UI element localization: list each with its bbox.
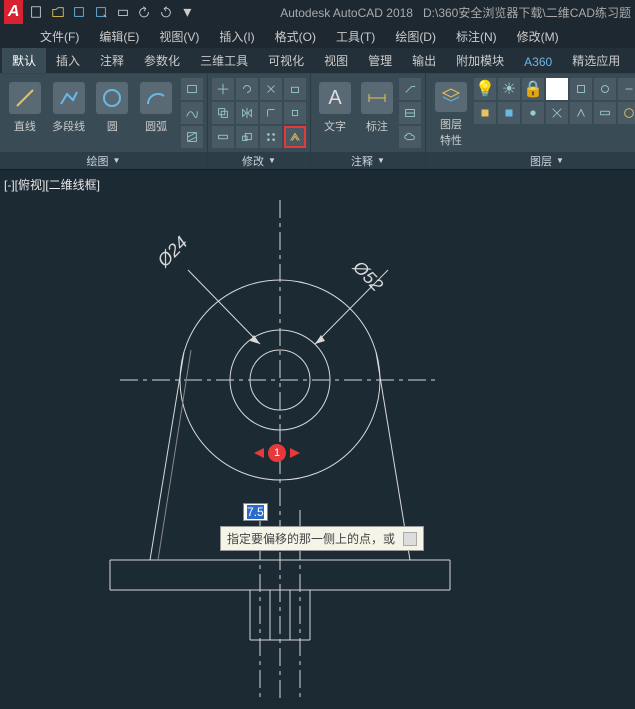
circle-button[interactable]: 圆	[92, 78, 134, 148]
tab-manage[interactable]: 管理	[358, 48, 402, 73]
tab-parametric[interactable]: 参数化	[134, 48, 190, 73]
tab-annotate[interactable]: 注释	[90, 48, 134, 73]
menu-modify[interactable]: 修改(M)	[507, 28, 569, 45]
menubar: 文件(F) 编辑(E) 视图(V) 插入(I) 格式(O) 工具(T) 绘图(D…	[0, 24, 635, 48]
arrow-right-icon	[290, 448, 300, 458]
viewport[interactable]: [-][俯视][二维线框]	[0, 170, 635, 709]
layer-tool-icon[interactable]	[618, 102, 635, 124]
layer-tool-icon[interactable]	[594, 102, 616, 124]
menu-draw[interactable]: 绘图(D)	[385, 28, 446, 45]
menu-view[interactable]: 视图(V)	[149, 28, 209, 45]
tab-view[interactable]: 视图	[314, 48, 358, 73]
qat-plot-icon[interactable]	[114, 2, 132, 22]
panel-modify-title[interactable]: 修改▼	[208, 152, 310, 169]
viewport-label[interactable]: [-][俯视][二维线框]	[4, 176, 100, 193]
fillet-icon[interactable]	[260, 102, 282, 124]
qat-redo-icon[interactable]	[157, 2, 175, 22]
layer-tool-icon[interactable]	[594, 78, 616, 100]
polyline-button[interactable]: 多段线	[48, 78, 90, 148]
layer-tool-icon[interactable]	[618, 78, 635, 100]
cloud-icon[interactable]	[399, 126, 421, 148]
cad-drawing: Ø24 Ø52	[0, 170, 635, 709]
erase-icon[interactable]	[284, 78, 306, 100]
command-tooltip: 指定要偏移的那一侧上的点，或	[220, 526, 424, 551]
layer-tool-icon[interactable]	[474, 102, 496, 124]
qat-open-icon[interactable]	[49, 2, 67, 22]
layer-props-icon	[435, 82, 467, 112]
qat-dropdown-icon[interactable]: ▾	[179, 2, 197, 22]
text-icon: A	[319, 82, 351, 114]
layer-tool-icon[interactable]	[570, 102, 592, 124]
explode-icon[interactable]	[284, 102, 306, 124]
menu-edit[interactable]: 编辑(E)	[89, 28, 149, 45]
color-icon[interactable]	[546, 78, 568, 100]
line-icon	[9, 82, 41, 114]
dimension-button[interactable]: 标注	[357, 78, 397, 148]
arc-button[interactable]: 圆弧	[135, 78, 177, 148]
leader-icon[interactable]	[399, 78, 421, 100]
rotate-icon[interactable]	[236, 78, 258, 100]
arc-icon	[140, 82, 172, 114]
layer-tool-icon[interactable]	[546, 102, 568, 124]
tab-output[interactable]: 输出	[402, 48, 446, 73]
tab-featured[interactable]: 精选应用	[562, 48, 630, 73]
lock-icon[interactable]: 🔒	[522, 78, 544, 100]
tab-default[interactable]: 默认	[2, 48, 46, 73]
trim-icon[interactable]	[260, 78, 282, 100]
mirror-icon[interactable]	[236, 102, 258, 124]
spline-icon[interactable]	[181, 102, 203, 124]
tab-a360[interactable]: A360	[514, 51, 562, 73]
menu-dim[interactable]: 标注(N)	[446, 28, 507, 45]
hatch-icon[interactable]	[181, 126, 203, 148]
tab-visualize[interactable]: 可视化	[258, 48, 314, 73]
qat-save-icon[interactable]	[70, 2, 88, 22]
offset-icon[interactable]	[284, 126, 306, 148]
qat-undo-icon[interactable]	[135, 2, 153, 22]
menu-tools[interactable]: 工具(T)	[326, 28, 385, 45]
rect-icon[interactable]	[181, 78, 203, 100]
text-button[interactable]: A 文字	[315, 78, 355, 148]
app-logo[interactable]: A	[4, 0, 23, 24]
copy-icon[interactable]	[212, 102, 234, 124]
layer-tool-icon[interactable]	[570, 78, 592, 100]
sun-icon[interactable]: ☀	[498, 78, 520, 100]
scale-icon[interactable]	[236, 126, 258, 148]
layer-tool-icon[interactable]	[498, 102, 520, 124]
ribbon: 直线 多段线 圆 圆弧 绘图▼	[0, 74, 635, 170]
polyline-icon	[53, 82, 85, 114]
dimension-icon	[361, 82, 393, 114]
svg-text:Ø24: Ø24	[153, 232, 192, 271]
panel-draw-title[interactable]: 绘图▼	[0, 152, 207, 169]
menu-file[interactable]: 文件(F)	[30, 28, 89, 45]
circle-icon	[96, 82, 128, 114]
tab-insert[interactable]: 插入	[46, 48, 90, 73]
menu-insert[interactable]: 插入(I)	[209, 28, 264, 45]
qat-new-icon[interactable]	[27, 2, 45, 22]
qat-saveas-icon[interactable]	[92, 2, 110, 22]
tab-addins[interactable]: 附加模块	[446, 48, 514, 73]
array-icon[interactable]	[260, 126, 282, 148]
layer-props-button[interactable]: 图层 特性	[430, 78, 472, 148]
move-icon[interactable]	[212, 78, 234, 100]
ribbon-tabs: 默认 插入 注释 参数化 三维工具 可视化 视图 管理 输出 附加模块 A360…	[0, 48, 635, 74]
menu-format[interactable]: 格式(O)	[265, 28, 326, 45]
stretch-icon[interactable]	[212, 126, 234, 148]
svg-text:Ø52: Ø52	[348, 256, 387, 295]
step-badge: 1	[268, 444, 286, 462]
title-text: Autodesk AutoCAD 2018 D:\360安全浏览器下载\二维CA…	[280, 4, 631, 21]
panel-annotate-title[interactable]: 注释▼	[311, 152, 425, 169]
panel-layers-title[interactable]: 图层▼	[426, 152, 635, 169]
tooltip-options-icon[interactable]	[403, 532, 417, 546]
arrow-left-icon	[254, 448, 264, 458]
layer-tool-icon[interactable]	[522, 102, 544, 124]
tab-3d[interactable]: 三维工具	[190, 48, 258, 73]
table-icon[interactable]	[399, 102, 421, 124]
lightbulb-icon[interactable]: 💡	[474, 78, 496, 100]
line-button[interactable]: 直线	[4, 78, 46, 148]
command-input[interactable]: 7.5	[243, 503, 268, 521]
